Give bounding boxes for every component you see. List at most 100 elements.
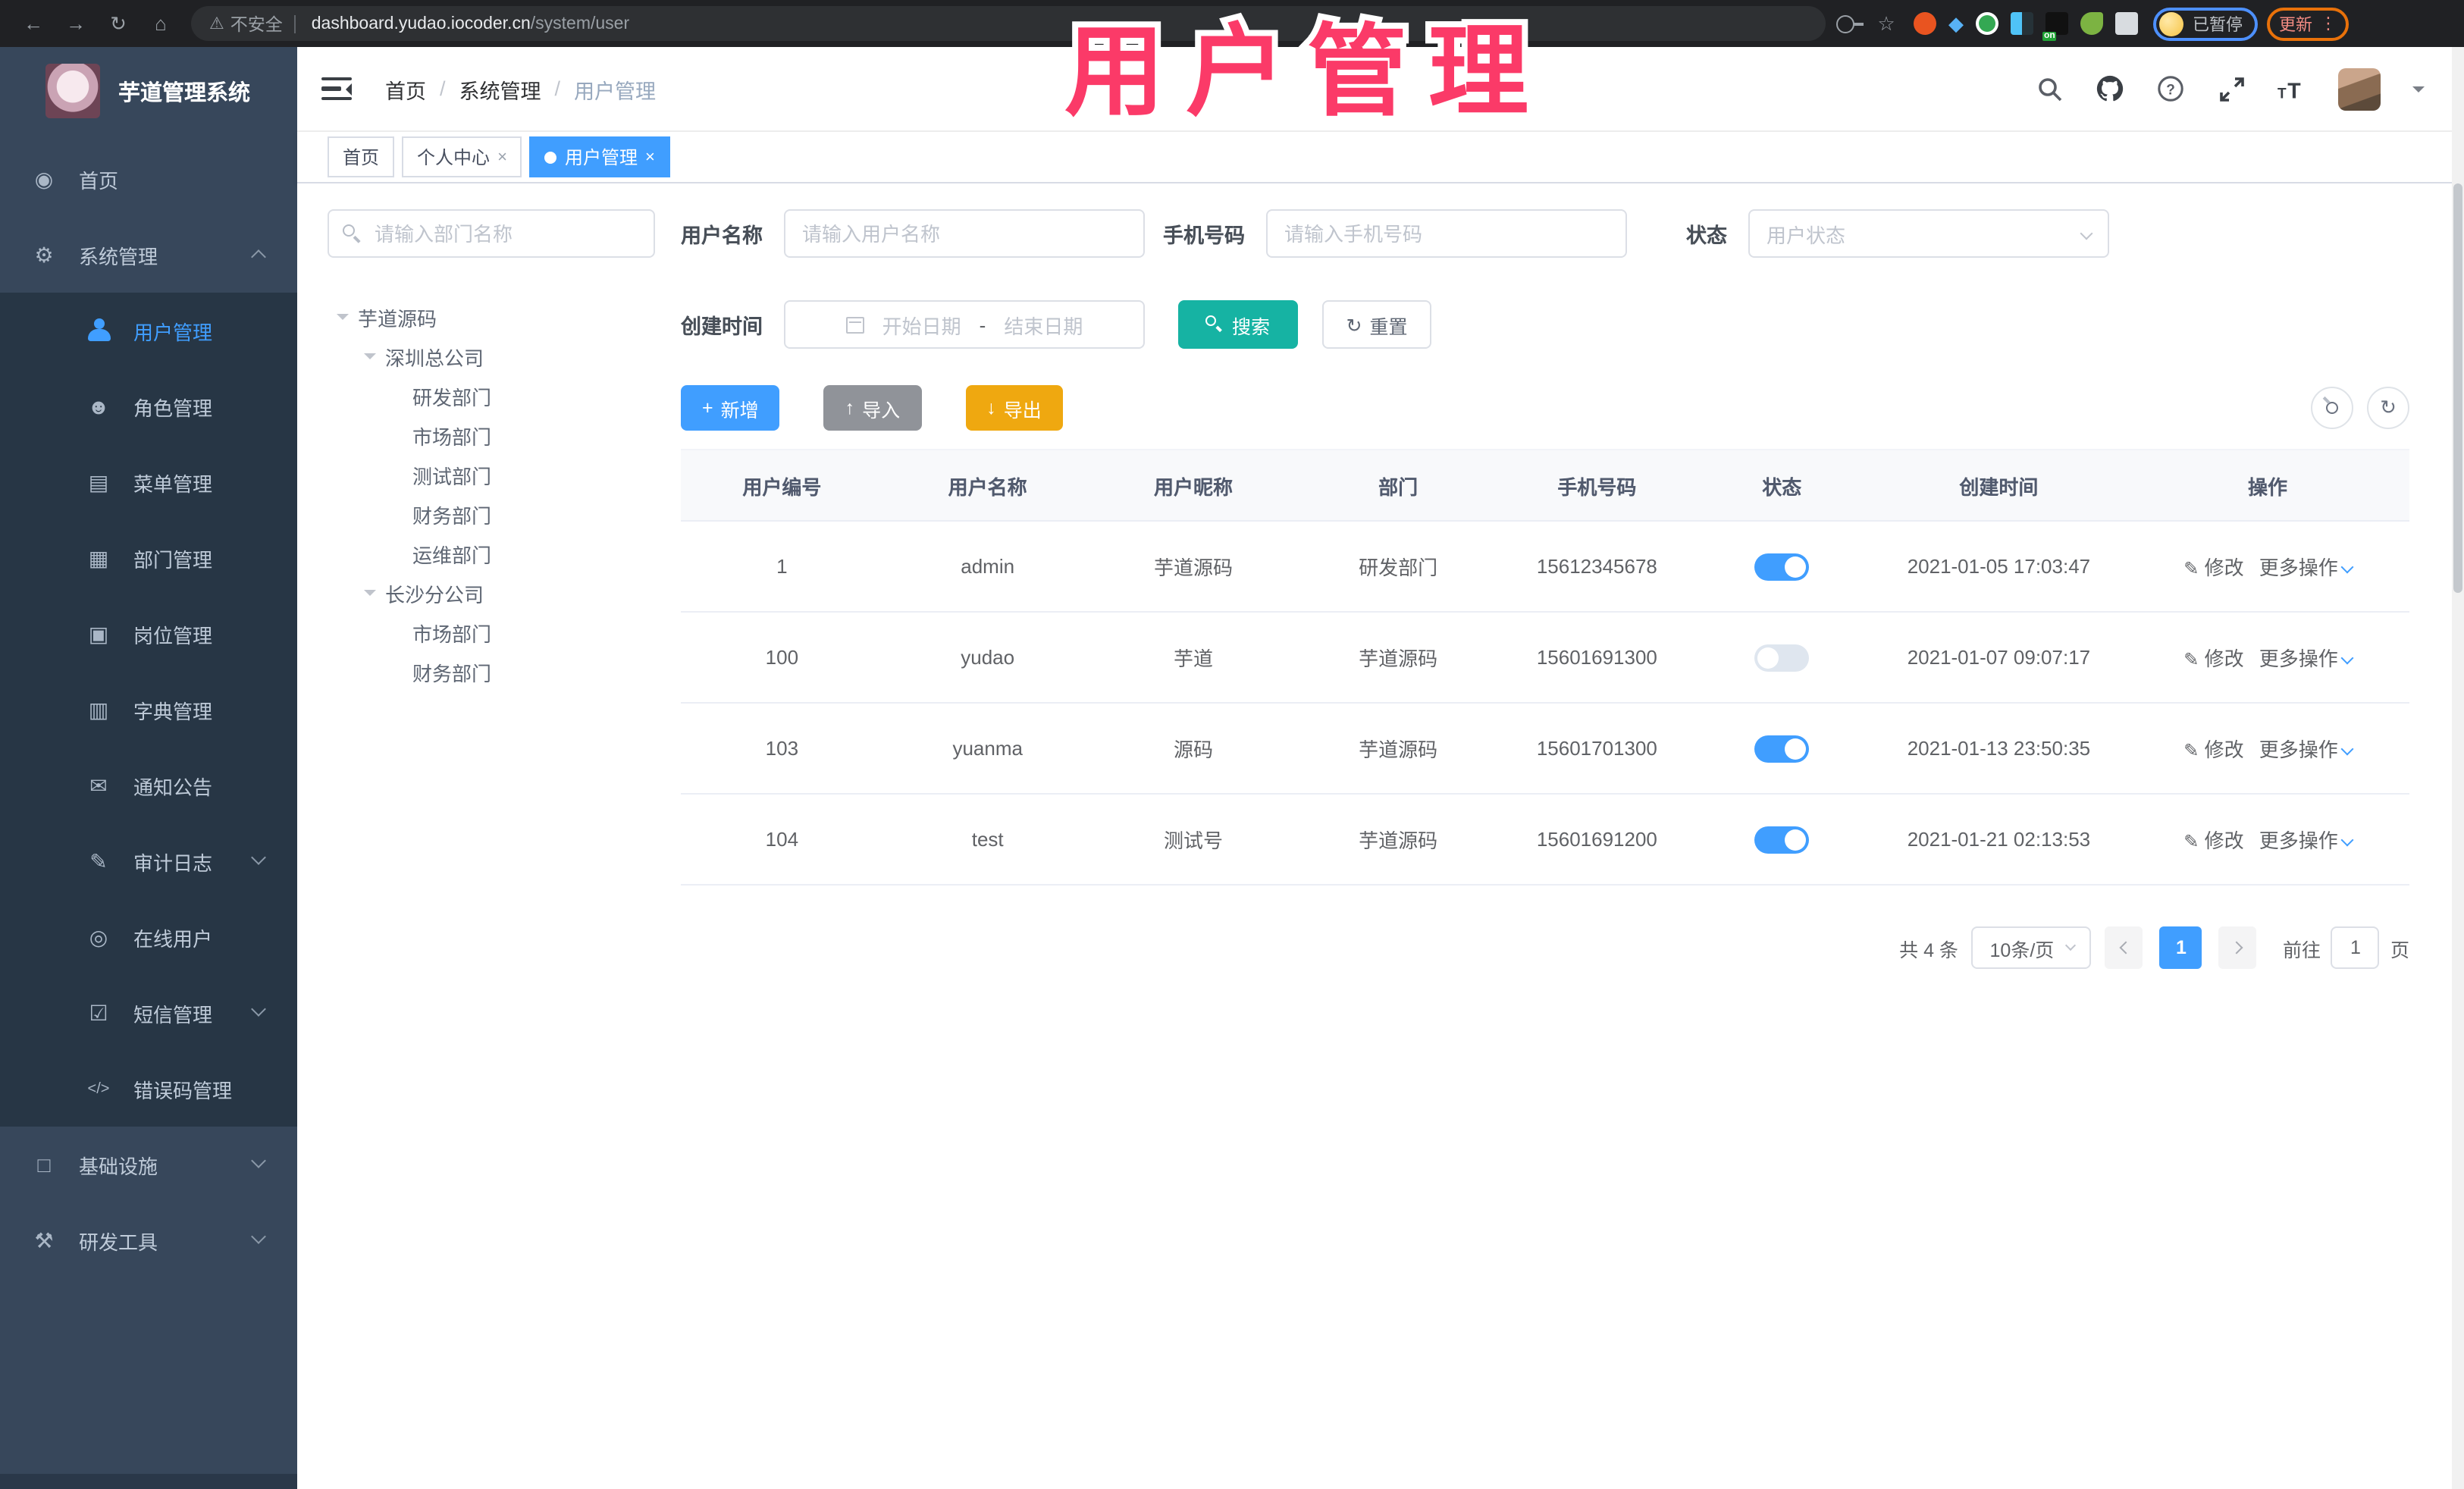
hamburger-icon[interactable] [321, 77, 352, 101]
more-actions-link[interactable]: 更多操作 [2259, 556, 2338, 579]
bookmark-star-icon[interactable]: ☆ [1873, 11, 1900, 36]
fullscreen-icon[interactable] [2217, 74, 2246, 103]
sidebar-item-menu-mgmt[interactable]: ▤ 菜单管理 [0, 444, 297, 520]
status-toggle[interactable] [1754, 644, 1810, 671]
date-range-picker[interactable]: 开始日期 - 结束日期 [784, 300, 1145, 349]
extension-gem-icon[interactable]: ◆ [1948, 12, 1964, 35]
tab-user-mgmt[interactable]: 用户管理 × [529, 136, 670, 177]
tree-caret-icon[interactable] [337, 314, 349, 326]
sidebar-item-audit-log[interactable]: ✎ 审计日志 [0, 823, 297, 899]
tree-node[interactable]: 运维部门 [328, 534, 655, 573]
dictionary-icon: ▥ [88, 697, 109, 721]
svg-text:T: T [2277, 85, 2287, 101]
status-select[interactable]: 用户状态 [1748, 209, 2109, 258]
password-key-icon[interactable] [1836, 14, 1864, 33]
status-toggle[interactable] [1754, 553, 1810, 580]
col-nickname: 用户昵称 [1092, 449, 1295, 522]
help-icon[interactable]: ? [2156, 74, 2185, 103]
extension-squares-icon[interactable] [2011, 12, 2033, 35]
reload-icon[interactable]: ↻ [105, 11, 132, 36]
edit-link[interactable]: 修改 [2205, 647, 2244, 670]
home-icon[interactable]: ⌂ [147, 12, 174, 35]
chevron-down-icon [2080, 227, 2093, 240]
tree-node[interactable]: 财务部门 [328, 652, 655, 691]
status-toggle[interactable] [1754, 826, 1810, 853]
browser-profile-chip[interactable]: 已暂停 [2153, 7, 2258, 40]
chevron-down-icon [2340, 833, 2354, 847]
sidebar-item-error-code[interactable]: </> 错误码管理 [0, 1051, 297, 1127]
close-icon[interactable]: × [645, 148, 655, 166]
reset-button[interactable]: ↻ 重置 [1322, 300, 1431, 349]
sidebar-item-dict-mgmt[interactable]: ▥ 字典管理 [0, 672, 297, 748]
extensions-puzzle-icon[interactable] [2115, 12, 2138, 35]
tree-caret-icon[interactable] [364, 590, 376, 602]
extension-leaf-icon[interactable] [2080, 12, 2103, 35]
sidebar-item-online-users[interactable]: ◎ 在线用户 [0, 899, 297, 975]
next-page-button[interactable] [2218, 926, 2257, 969]
tree-node[interactable]: 芋道源码 [328, 297, 655, 337]
jump-page-input[interactable] [2331, 926, 2380, 969]
search-button[interactable]: 搜索 [1178, 300, 1298, 349]
sidebar-item-dev-tools[interactable]: ⚒ 研发工具 [0, 1202, 297, 1278]
breadcrumb-system[interactable]: 系统管理 [459, 74, 541, 104]
address-bar[interactable]: ⚠ 不安全 dashboard.yudao.iocoder.cn /system… [191, 6, 1826, 41]
page-size-select[interactable]: 10条/页 [1971, 926, 2092, 969]
sidebar-item-infrastructure[interactable]: □ 基础设施 [0, 1127, 297, 1202]
tab-home[interactable]: 首页 [328, 136, 395, 177]
sidebar-item-home[interactable]: ◉ 首页 [0, 141, 297, 217]
import-button[interactable]: ↑ 导入 [823, 385, 922, 431]
breadcrumb-home[interactable]: 首页 [385, 74, 426, 104]
tree-node[interactable]: 深圳总公司 [328, 337, 655, 376]
current-page[interactable]: 1 [2159, 926, 2202, 969]
browser-menu-icon[interactable]: ⋮ [2320, 14, 2337, 33]
status-toggle[interactable] [1754, 735, 1810, 762]
sidebar-item-dept-mgmt[interactable]: ▦ 部门管理 [0, 520, 297, 596]
tree-node[interactable]: 研发部门 [328, 376, 655, 415]
extension-ubuntu-icon[interactable] [1914, 12, 1936, 35]
page-scrollbar[interactable] [2452, 47, 2464, 1489]
user-menu-caret-icon[interactable] [2412, 86, 2425, 98]
sidebar-item-sms-mgmt[interactable]: ☑ 短信管理 [0, 975, 297, 1051]
tree-node[interactable]: 市场部门 [328, 415, 655, 455]
tab-profile[interactable]: 个人中心 × [402, 136, 522, 177]
edit-link[interactable]: 修改 [2205, 738, 2244, 761]
font-size-icon[interactable]: T T [2277, 74, 2306, 103]
github-icon[interactable] [2096, 74, 2124, 103]
tree-caret-icon[interactable] [364, 353, 376, 365]
tree-node[interactable]: 市场部门 [328, 613, 655, 652]
sidebar-item-post-mgmt[interactable]: ▣ 岗位管理 [0, 596, 297, 672]
prev-page-button[interactable] [2105, 926, 2143, 969]
export-button[interactable]: ↓ 导出 [965, 385, 1063, 431]
sidebar-collapse-bar[interactable] [0, 1474, 297, 1489]
tree-node[interactable]: 财务部门 [328, 494, 655, 534]
sidebar-item-role-mgmt[interactable]: ☻ 角色管理 [0, 368, 297, 444]
sidebar-item-user-mgmt[interactable]: 用户管理 [0, 293, 297, 368]
edit-link[interactable]: 修改 [2205, 556, 2244, 579]
forward-icon[interactable]: → [62, 12, 89, 35]
extension-tabs-icon[interactable]: on [2042, 12, 2068, 41]
sidebar-item-system[interactable]: ⚙ 系统管理 [0, 217, 297, 293]
app-logo-row[interactable]: 芋道管理系统 [0, 47, 297, 135]
back-icon[interactable]: ← [20, 12, 47, 35]
sidebar-item-notice[interactable]: ✉ 通知公告 [0, 748, 297, 823]
browser-update-button[interactable]: 更新 ⋮ [2267, 7, 2349, 40]
department-search-input[interactable] [328, 209, 655, 258]
mobile-input[interactable] [1266, 209, 1627, 258]
more-actions-link[interactable]: 更多操作 [2259, 738, 2338, 761]
col-username: 用户名称 [882, 449, 1092, 522]
close-icon[interactable]: × [497, 148, 507, 166]
scrollbar-thumb[interactable] [2453, 183, 2462, 593]
more-actions-link[interactable]: 更多操作 [2259, 647, 2338, 670]
more-actions-link[interactable]: 更多操作 [2259, 829, 2338, 852]
refresh-button[interactable]: ↻ [2367, 387, 2409, 429]
tree-node[interactable]: 长沙分公司 [328, 573, 655, 613]
extension-green-icon[interactable] [1976, 12, 1998, 35]
show-search-button[interactable] [2311, 387, 2353, 429]
edit-link[interactable]: 修改 [2205, 829, 2244, 852]
add-button[interactable]: + 新增 [681, 385, 780, 431]
user-name-input[interactable] [784, 209, 1145, 258]
tree-node[interactable]: 测试部门 [328, 455, 655, 494]
search-icon[interactable] [2035, 74, 2064, 103]
breadcrumb-current: 用户管理 [574, 80, 657, 102]
user-avatar[interactable] [2338, 67, 2381, 110]
